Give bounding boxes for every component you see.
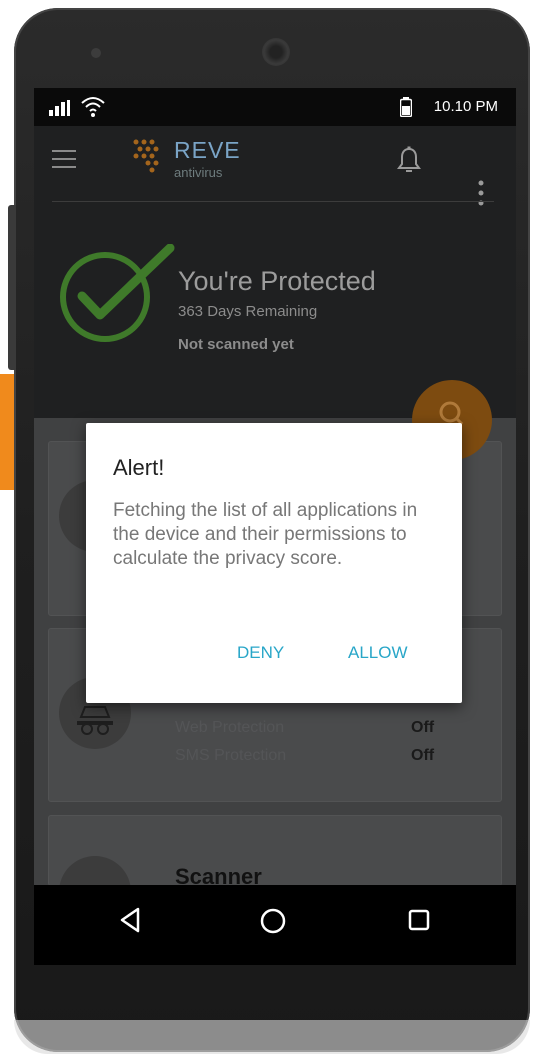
status-bar: 10.10 PM — [34, 88, 516, 126]
front-camera — [262, 38, 290, 66]
days-remaining: 363 Days Remaining — [178, 303, 318, 320]
hamburger-menu-icon[interactable] — [52, 150, 76, 170]
protected-check-icon — [60, 244, 175, 342]
phone-side-button — [8, 205, 16, 370]
battery-icon — [400, 97, 412, 117]
deny-button[interactable]: DENY — [237, 643, 284, 663]
back-nav-icon[interactable] — [118, 907, 142, 933]
notification-bell-icon[interactable] — [397, 146, 421, 174]
sms-protection-label: SMS Protection — [175, 747, 287, 764]
phone-bottom-bezel — [14, 1020, 530, 1054]
sms-protection-value: Off — [411, 747, 435, 764]
reve-logo-icon — [133, 139, 159, 173]
wifi-icon — [81, 97, 105, 117]
brand-subtitle: antivirus — [174, 165, 223, 180]
overflow-menu-icon[interactable] — [478, 180, 484, 206]
navigation-bar — [34, 885, 516, 965]
alert-dialog: Alert! Fetching the list of all applicat… — [86, 423, 462, 703]
app-bar — [34, 126, 516, 206]
alert-dialog-title: Alert! — [113, 455, 165, 480]
brand-name: REVE — [174, 137, 241, 163]
status-time: 10.10 PM — [433, 98, 498, 115]
signal-icon — [49, 100, 70, 116]
scanner-card[interactable]: Scanner — [48, 815, 502, 928]
front-sensor — [91, 48, 101, 58]
recent-apps-nav-icon[interactable] — [408, 909, 430, 931]
web-protection-label: Web Protection — [175, 719, 285, 736]
allow-button[interactable]: ALLOW — [348, 643, 408, 663]
web-protection-value: Off — [411, 719, 435, 736]
protection-status-title: You're Protected — [178, 266, 376, 296]
home-nav-icon[interactable] — [259, 907, 287, 935]
alert-dialog-message: Fetching the list of all applications in… — [113, 500, 418, 569]
app-bar-divider — [52, 201, 494, 202]
scan-status: Not scanned yet — [178, 336, 294, 353]
side-accent-strip — [0, 374, 14, 490]
